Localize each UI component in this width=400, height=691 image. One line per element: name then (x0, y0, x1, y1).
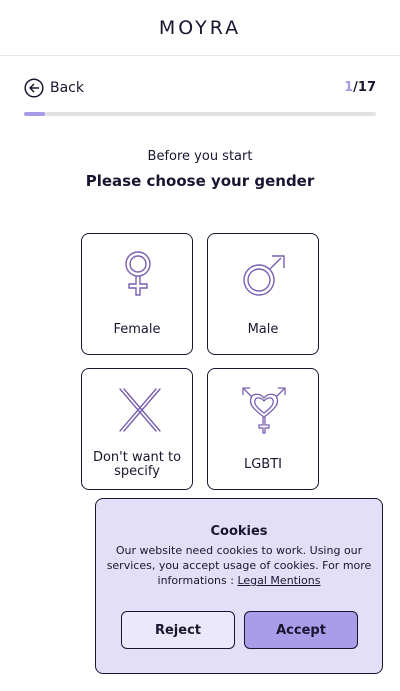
cookie-title: Cookies (210, 524, 268, 539)
progress-bar-fill (24, 112, 45, 116)
cookie-text: Our website need cookies to work. Using … (106, 543, 372, 588)
progress-bar (24, 112, 376, 116)
cookie-banner: Cookies Our website need cookies to work… (95, 498, 383, 674)
back-label: Back (50, 80, 84, 96)
step-counter: 1/17 (344, 80, 376, 95)
step-navigation: Back 1/17 (24, 78, 376, 102)
top-header: MOYRA (0, 0, 400, 56)
step-current: 1 (344, 80, 354, 95)
back-button[interactable]: Back (24, 78, 84, 98)
gender-option-female[interactable]: Female (81, 233, 193, 355)
option-label: Male (247, 322, 279, 337)
male-symbol-icon (243, 255, 285, 296)
option-label: LGBTI (243, 457, 282, 472)
option-label: Don't want to specify (92, 450, 182, 479)
option-label: Female (113, 322, 161, 337)
gender-option-unspecified[interactable]: Don't want to specify (81, 368, 193, 490)
arrow-left-circle-icon (24, 78, 44, 98)
intro-subtitle: Before you start (147, 149, 253, 164)
cross-icon (119, 388, 161, 432)
accept-cookies-button[interactable]: Accept (244, 611, 358, 649)
legal-mentions-link[interactable]: Legal Mentions (237, 574, 320, 587)
gender-option-lgbti[interactable]: LGBTI (207, 368, 319, 490)
female-symbol-icon (125, 251, 151, 296)
transgender-heart-symbol-icon (242, 387, 286, 434)
gender-option-male[interactable]: Male (207, 233, 319, 355)
page-title: Please choose your gender (85, 172, 315, 190)
step-total: /17 (353, 80, 376, 95)
reject-cookies-button[interactable]: Reject (121, 611, 235, 649)
moyra-logo[interactable]: MOYRA (159, 17, 241, 39)
